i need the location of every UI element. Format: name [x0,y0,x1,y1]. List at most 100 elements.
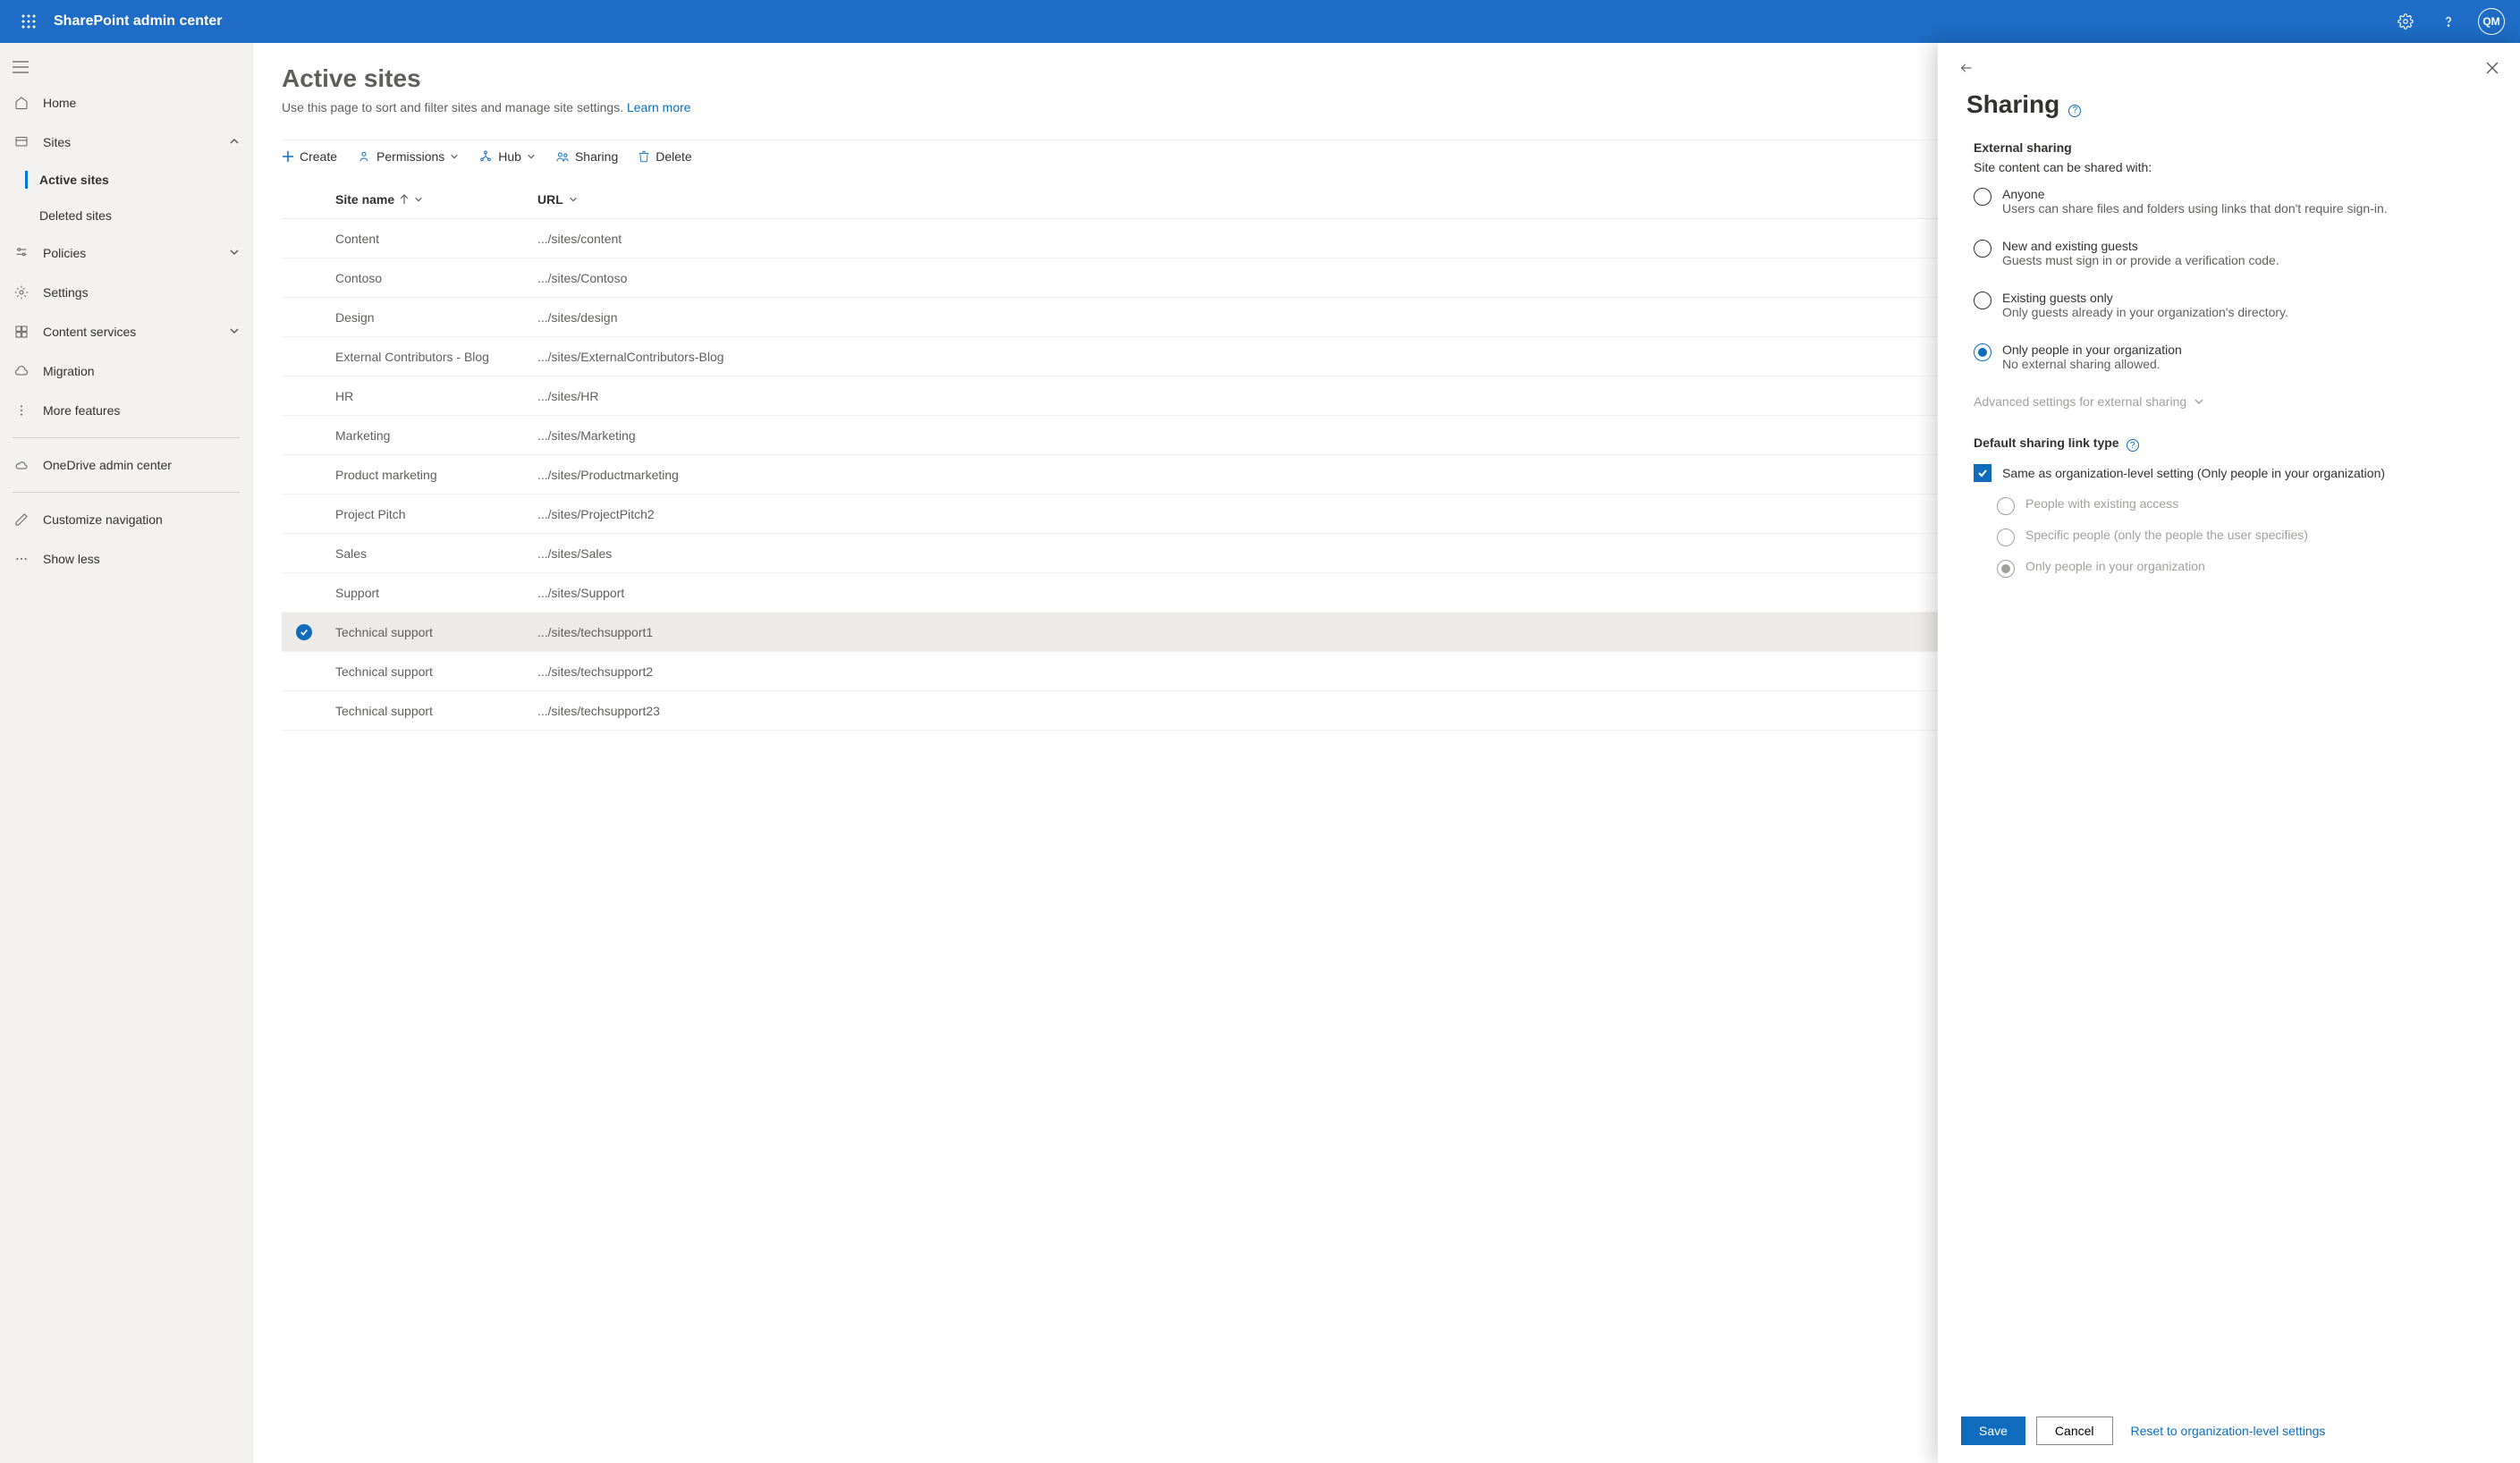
chevron-down-icon [229,247,240,258]
option-label: People with existing access [2025,496,2178,515]
cell-site-name: Content [335,232,537,246]
panel-footer: Save Cancel Reset to organization-level … [1938,1406,2520,1463]
same-as-org-checkbox[interactable]: Same as organization-level setting (Only… [1974,464,2484,482]
divider [13,437,240,438]
chevron-down-icon [527,152,536,161]
cmd-label: Delete [655,149,691,164]
more-icon [14,403,29,418]
sharing-option[interactable]: Only people in your organizationNo exter… [1974,342,2484,371]
sidebar-item-label: OneDrive admin center [43,458,240,472]
option-label: Existing guests only [2002,291,2288,305]
cmd-label: Permissions [376,149,444,164]
cloud-icon [14,458,29,472]
help-icon [2440,13,2457,30]
sharing-button[interactable]: Sharing [555,149,618,164]
sharing-option[interactable]: New and existing guestsGuests must sign … [1974,239,2484,267]
radio-icon [1997,560,2015,578]
option-label: New and existing guests [2002,239,2279,253]
content-services-icon [14,325,29,339]
chevron-down-icon [450,152,459,161]
policies-icon [14,246,29,260]
sidebar-item-settings[interactable]: Settings [0,273,252,312]
sidebar-item-more-features[interactable]: More features [0,391,252,430]
cmd-label: Sharing [575,149,618,164]
sharing-option[interactable]: Existing guests onlyOnly guests already … [1974,291,2484,319]
cell-site-name: Contoso [335,271,537,285]
checkbox-checked-icon [1974,464,1991,482]
close-icon [2486,62,2499,74]
advanced-label: Advanced settings for external sharing [1974,394,2186,409]
sidebar-item-label: Settings [43,285,240,300]
option-label: Only people in your organization [2002,342,2182,357]
checkbox-label: Same as organization-level setting (Only… [2002,466,2385,480]
sidebar-item-home[interactable]: Home [0,83,252,123]
panel-title-info-button[interactable]: ? [2068,105,2081,117]
sort-up-icon [400,194,409,205]
app-title: SharePoint admin center [54,13,223,30]
sidebar-item-active-sites[interactable]: Active sites [0,162,252,198]
chevron-down-icon [229,326,240,336]
panel-back-button[interactable] [1956,57,1977,81]
help-button[interactable] [2427,0,2470,43]
gear-icon [2397,13,2414,30]
sidebar-item-label: Customize navigation [43,512,240,527]
app-launcher-button[interactable] [7,0,50,43]
radio-icon [1974,343,1991,361]
save-button[interactable]: Save [1961,1416,2025,1445]
account-button[interactable]: QM [2470,0,2513,43]
sidebar-item-show-less[interactable]: Show less [0,539,252,579]
sidebar-item-deleted-sites[interactable]: Deleted sites [0,198,252,233]
avatar: QM [2478,8,2505,35]
sidebar-item-onedrive[interactable]: OneDrive admin center [0,445,252,485]
create-button[interactable]: Create [282,149,337,164]
sidebar-item-label: Show less [43,552,240,566]
link-type-option: Only people in your organization [1997,559,2484,578]
option-sublabel: Only guests already in your organization… [2002,305,2288,319]
chevron-down-icon [2194,396,2204,407]
waffle-icon [21,14,36,29]
sharing-option[interactable]: AnyoneUsers can share files and folders … [1974,187,2484,216]
top-bar: SharePoint admin center QM [0,0,2520,43]
advanced-settings-toggle[interactable]: Advanced settings for external sharing [1974,394,2484,409]
cell-site-name: Design [335,310,537,325]
sidebar: Home Sites Active sites Deleted sites Po… [0,43,253,1463]
external-sharing-title: External sharing [1974,140,2484,155]
cmd-label: Create [300,149,337,164]
settings-button[interactable] [2384,0,2427,43]
divider [13,492,240,493]
reset-link[interactable]: Reset to organization-level settings [2131,1424,2326,1438]
panel-close-button[interactable] [2482,58,2502,80]
learn-more-link[interactable]: Learn more [627,100,691,114]
cancel-button[interactable]: Cancel [2036,1416,2113,1445]
link-type-title: Default sharing link type [1974,436,2119,450]
chevron-up-icon [229,136,240,147]
cell-site-name: Support [335,586,537,600]
sidebar-item-label: More features [43,403,240,418]
radio-icon [1997,497,2015,515]
sidebar-item-content-services[interactable]: Content services [0,312,252,351]
permissions-button[interactable]: Permissions [357,149,459,164]
option-sublabel: Guests must sign in or provide a verific… [2002,253,2279,267]
sidebar-item-migration[interactable]: Migration [0,351,252,391]
sidebar-item-sites[interactable]: Sites [0,123,252,162]
column-header-name[interactable]: Site name [335,192,537,207]
delete-button[interactable]: Delete [638,149,691,164]
sidebar-item-label: Sites [43,135,216,149]
external-sharing-desc: Site content can be shared with: [1974,160,2484,174]
migration-icon [14,364,29,378]
trash-icon [638,149,650,164]
nav-toggle-button[interactable] [13,62,29,76]
sidebar-item-label: Migration [43,364,240,378]
hub-button[interactable]: Hub [478,149,536,164]
sidebar-item-customize[interactable]: Customize navigation [0,500,252,539]
sidebar-item-label: Home [43,96,240,110]
sites-icon [14,135,29,149]
sidebar-item-policies[interactable]: Policies [0,233,252,273]
sidebar-item-label: Policies [43,246,216,260]
home-icon [14,96,29,110]
link-type-info-button[interactable]: ? [2127,439,2139,452]
cell-site-name: External Contributors - Blog [335,350,537,364]
cell-site-name: Project Pitch [335,507,537,521]
link-type-option: People with existing access [1997,496,2484,515]
permissions-icon [357,149,371,164]
